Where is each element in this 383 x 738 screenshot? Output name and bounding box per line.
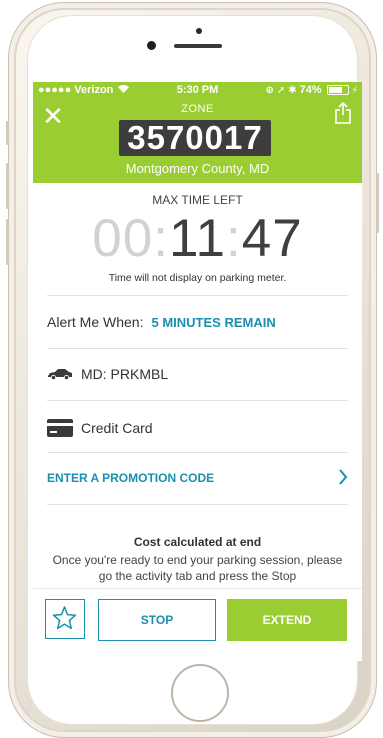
divider xyxy=(47,348,348,349)
countdown-timer: 00:11:47 xyxy=(33,206,362,272)
divider xyxy=(47,400,348,401)
favorite-button[interactable] xyxy=(45,599,85,639)
alert-value[interactable]: 5 MINUTES REMAIN xyxy=(151,315,275,330)
star-icon xyxy=(52,606,77,630)
timer-minutes: 11 xyxy=(168,209,227,268)
car-icon xyxy=(48,369,72,380)
battery-icon xyxy=(326,85,349,95)
vehicle-plate: MD: PRKMBL xyxy=(81,366,169,382)
front-camera xyxy=(147,41,156,50)
cost-description: Once you're ready to end your parking se… xyxy=(52,553,343,583)
status-right: ⊕ ➚ ✱ 74% ⚡ xyxy=(265,84,358,96)
vehicle-row[interactable]: MD: PRKMBL xyxy=(47,366,348,382)
location-icon: ➚ xyxy=(276,84,286,96)
payment-method: Credit Card xyxy=(81,420,153,436)
alert-label: Alert Me When: xyxy=(47,314,144,330)
timer-separator: : xyxy=(153,209,169,268)
alert-setting-row[interactable]: Alert Me When: 5 MINUTES REMAIN xyxy=(47,314,348,330)
mute-switch xyxy=(6,121,9,145)
battery-percent: 74% xyxy=(299,84,322,96)
zone-county: Montgomery County, MD xyxy=(125,161,270,176)
max-time-label: MAX TIME LEFT xyxy=(152,193,243,207)
front-sensor xyxy=(196,28,202,34)
app-screen: ●●●●● Verizon 5:30 PM ⊕ ➚ ✱ 74% ⚡ ✕ ZONE… xyxy=(33,82,362,661)
timer-separator: : xyxy=(226,209,242,268)
promo-label: ENTER A PROMOTION CODE xyxy=(47,471,215,485)
zone-header: ●●●●● Verizon 5:30 PM ⊕ ➚ ✱ 74% ⚡ ✕ ZONE… xyxy=(33,82,362,183)
divider xyxy=(47,295,348,296)
volume-down-button xyxy=(6,219,9,265)
zone-label: ZONE xyxy=(181,103,214,115)
zone-number: 3570017 xyxy=(119,120,271,156)
status-bar: ●●●●● Verizon 5:30 PM ⊕ ➚ ✱ 74% ⚡ xyxy=(33,82,362,98)
divider xyxy=(47,452,348,453)
timer-hours: 00 xyxy=(92,209,154,268)
action-bar: STOP EXTEND xyxy=(33,588,362,661)
home-button[interactable] xyxy=(171,664,229,722)
payment-row[interactable]: Credit Card xyxy=(47,419,348,437)
alarm-icon: ⊕ xyxy=(265,84,274,96)
bluetooth-icon: ✱ xyxy=(288,84,297,96)
earpiece-speaker xyxy=(174,44,222,48)
extend-button[interactable]: EXTEND xyxy=(227,599,347,641)
credit-card-icon xyxy=(47,419,73,437)
volume-up-button xyxy=(6,163,9,209)
cost-title: Cost calculated at end xyxy=(133,535,262,549)
chevron-right-icon xyxy=(339,469,348,485)
divider xyxy=(47,504,348,505)
stop-button[interactable]: STOP xyxy=(98,599,216,641)
timer-note: Time will not display on parking meter. xyxy=(108,272,287,284)
timer-seconds: 47 xyxy=(241,209,303,268)
power-button xyxy=(376,173,379,233)
promo-code-row[interactable]: ENTER A PROMOTION CODE xyxy=(47,469,348,489)
charging-icon: ⚡ xyxy=(351,84,358,95)
